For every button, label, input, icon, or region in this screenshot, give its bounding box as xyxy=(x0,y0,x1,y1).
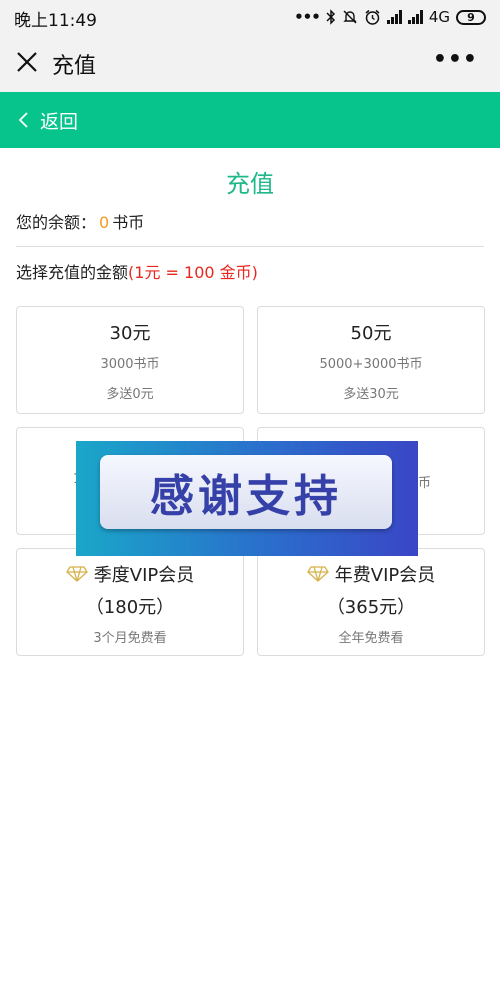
vip-title-row: 年费VIP会员 xyxy=(258,561,484,587)
close-icon[interactable] xyxy=(14,49,40,75)
thanks-overlay-panel: 感谢支持 xyxy=(100,455,392,529)
vip-note: 3个月免费看 xyxy=(93,631,167,646)
recharge-option-30[interactable]: 30元 3000书币 多送0元 xyxy=(16,306,244,414)
thanks-overlay-text: 感谢支持 xyxy=(150,471,342,522)
vip-title: 年费VIP会员 xyxy=(334,565,436,586)
vip-annual-option[interactable]: 年费VIP会员 （365元） 全年免费看 xyxy=(257,548,485,656)
vip-title-row: 季度VIP会员 xyxy=(17,561,243,587)
battery-icon: 9 xyxy=(456,9,486,25)
option-coins: 5000+3000书币 xyxy=(319,357,423,372)
vip-note: 全年免费看 xyxy=(338,631,404,646)
mute-bell-icon xyxy=(343,10,357,24)
balance-value: 0 xyxy=(99,213,110,232)
diamond-icon xyxy=(65,566,88,582)
vip-price: （180元） xyxy=(85,597,175,618)
option-bonus: 多送30元 xyxy=(343,387,399,402)
back-chevron-icon[interactable] xyxy=(16,108,30,132)
page-heading: 充值 xyxy=(226,170,274,198)
option-coins: 3000书币 xyxy=(100,357,160,372)
back-link[interactable]: 返回 xyxy=(40,107,78,134)
status-time: 晚上11:49 xyxy=(14,11,97,31)
select-label-text: 选择充值的金额 xyxy=(16,263,129,282)
balance-unit: 书币 xyxy=(112,213,145,232)
balance-row: 您的余额： 0 书币 xyxy=(16,209,144,233)
vip-title: 季度VIP会员 xyxy=(93,565,195,586)
option-amount: 30元 xyxy=(109,323,151,344)
option-bonus: 多送0元 xyxy=(106,387,154,402)
signal-2-icon xyxy=(407,10,423,24)
more-menu-icon[interactable]: ••• xyxy=(433,47,478,72)
option-amount: 50元 xyxy=(350,323,392,344)
network-type: 4G xyxy=(428,8,450,26)
recharge-option-50[interactable]: 50元 5000+3000书币 多送30元 xyxy=(257,306,485,414)
signal-1-icon xyxy=(386,10,402,24)
notification-dots-icon: ••• xyxy=(294,8,321,26)
diamond-icon xyxy=(306,566,329,582)
exchange-rate-note: (1元 = 100 金币) xyxy=(128,263,258,282)
status-icons: ••• 4G 9 xyxy=(294,7,486,27)
bluetooth-icon xyxy=(326,9,335,25)
alarm-icon xyxy=(365,9,380,25)
title-bar: 充值 ••• xyxy=(0,33,500,92)
thanks-overlay-banner: 感谢支持 xyxy=(76,441,418,556)
vip-price: （365元） xyxy=(326,597,416,618)
window-title: 充值 xyxy=(52,54,97,79)
balance-label: 您的余额： xyxy=(16,213,97,232)
vip-quarterly-option[interactable]: 季度VIP会员 （180元） 3个月免费看 xyxy=(16,548,244,656)
hidden-option-fragment: 币 xyxy=(418,476,432,491)
select-amount-label: 选择充值的金额(1元 = 100 金币) xyxy=(16,259,258,283)
status-bar: 晚上11:49 ••• 4G 9 xyxy=(0,0,500,33)
nav-bar: 返回 xyxy=(0,92,500,148)
divider xyxy=(16,246,484,247)
